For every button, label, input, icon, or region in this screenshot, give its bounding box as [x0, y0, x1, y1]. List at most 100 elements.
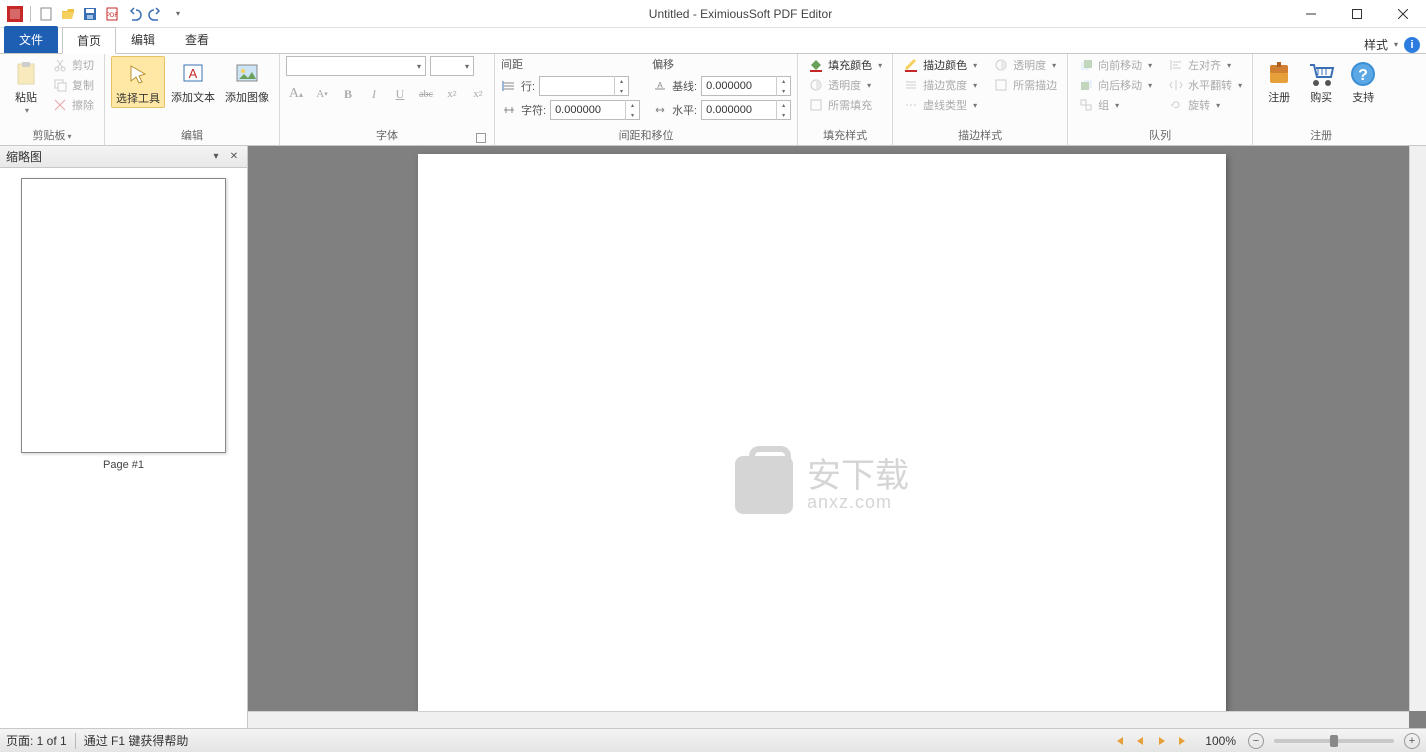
shrink-font-button[interactable]: A▾	[312, 84, 332, 104]
tab-view[interactable]: 查看	[170, 26, 224, 53]
tab-file[interactable]: 文件	[4, 26, 58, 53]
panel-header: 缩略图 ▾ ✕	[0, 146, 247, 168]
buy-button[interactable]: 购买	[1301, 56, 1341, 106]
fill-color-button[interactable]: 填充颜色▾	[804, 56, 886, 74]
minimize-button[interactable]	[1288, 0, 1334, 28]
add-image-button[interactable]: 添加图像	[221, 56, 273, 106]
svg-text:A: A	[189, 66, 198, 81]
vertical-scrollbar[interactable]	[1409, 146, 1426, 711]
register-button[interactable]: 注册	[1259, 56, 1299, 106]
subscript-button[interactable]: x2	[442, 84, 462, 104]
group-edit: 选择工具 A 添加文本 添加图像 编辑	[105, 54, 280, 145]
watermark-icon	[735, 456, 793, 514]
style-label[interactable]: 样式	[1364, 36, 1388, 53]
add-text-button[interactable]: A 添加文本	[167, 56, 219, 106]
group-register: 注册 购买 ? 支持 注册	[1253, 54, 1389, 145]
page-1[interactable]: 安下载 anxz.com	[418, 154, 1226, 728]
window-controls	[1288, 0, 1426, 28]
grow-font-button[interactable]: A▴	[286, 84, 306, 104]
group-stroke: 描边颜色▾ 描边宽度▾ 虚线类型▾ 透明度▾ 所需描边 描边样式	[893, 54, 1068, 145]
main-area: 缩略图 ▾ ✕ Page #1 安下载 anxz.com	[0, 146, 1426, 728]
clear-button[interactable]: 擦除	[48, 96, 98, 114]
tab-home[interactable]: 首页	[62, 27, 116, 54]
copy-button[interactable]: 复制	[48, 76, 98, 94]
horizontal-scrollbar[interactable]	[248, 711, 1409, 728]
dash-type-button[interactable]: 虚线类型▾	[899, 96, 981, 114]
flip-h-button[interactable]: 水平翻转▾	[1164, 76, 1246, 94]
panel-close-icon[interactable]: ✕	[227, 150, 241, 164]
font-dialog-launcher[interactable]	[476, 133, 486, 143]
zoom-slider[interactable]	[1274, 739, 1394, 743]
group-spacing: 间距 行: ▴▾ 字符: 0.000000▴▾ 偏移 A 基线: 0.00000…	[495, 54, 798, 145]
svg-text:PDF: PDF	[106, 13, 118, 19]
thumbnail-label: Page #1	[10, 459, 237, 471]
group-button[interactable]: 组▾	[1074, 96, 1156, 114]
titlebar: PDF ▾ Untitled - EximiousSoft PDF Editor	[0, 0, 1426, 28]
bring-forward-button[interactable]: 向前移动▾	[1074, 56, 1156, 74]
baseline-input[interactable]: 0.000000▴▾	[701, 76, 791, 96]
svg-text:A: A	[657, 81, 663, 90]
panel-dropdown-icon[interactable]: ▾	[209, 150, 223, 164]
thumbnail-page-1[interactable]	[21, 178, 226, 453]
app-icon[interactable]	[6, 5, 24, 23]
superscript-button[interactable]: x2	[468, 84, 488, 104]
italic-button[interactable]: I	[364, 84, 384, 104]
stroke-required-button[interactable]: 所需描边	[989, 76, 1061, 94]
stroke-color-button[interactable]: 描边颜色▾	[899, 56, 981, 74]
line-spacing-input[interactable]: ▴▾	[539, 76, 629, 96]
tab-edit[interactable]: 编辑	[116, 26, 170, 53]
document-canvas[interactable]: 安下载 anxz.com	[248, 146, 1426, 728]
font-size-combo[interactable]: ▾	[430, 56, 474, 76]
status-bar: 页面: 1 of 1 通过 F1 键获得帮助 100% − +	[0, 728, 1426, 752]
redo-icon[interactable]	[147, 5, 165, 23]
close-button[interactable]	[1380, 0, 1426, 28]
rotate-button[interactable]: 旋转▾	[1164, 96, 1246, 114]
thumbnails-panel: 缩略图 ▾ ✕ Page #1	[0, 146, 248, 728]
ribbon-tabs: 文件 首页 编辑 查看 样式 ▾ i	[0, 28, 1426, 54]
bold-button[interactable]: B	[338, 84, 358, 104]
group-clipboard: 粘贴 ▾ 剪切 复制 擦除 剪贴板▾	[0, 54, 105, 145]
thumbnails-list[interactable]: Page #1	[0, 168, 247, 728]
line-spacing-icon	[501, 78, 517, 94]
font-name-combo[interactable]: ▾	[286, 56, 426, 76]
group-font: ▾ ▾ A▴ A▾ B I U abc x2 x2 字体	[280, 54, 495, 145]
horiz-input[interactable]: 0.000000▴▾	[701, 100, 791, 120]
page-status: 页面: 1 of 1	[6, 732, 67, 749]
support-button[interactable]: ? 支持	[1343, 56, 1383, 106]
char-spacing-icon	[501, 102, 517, 118]
new-icon[interactable]	[37, 5, 55, 23]
next-page-icon[interactable]	[1153, 732, 1171, 750]
undo-icon[interactable]	[125, 5, 143, 23]
prev-page-icon[interactable]	[1131, 732, 1149, 750]
zoom-value: 100%	[1205, 734, 1236, 748]
ribbon: 粘贴 ▾ 剪切 复制 擦除 剪贴板▾ 选择工具 A 添加文本 添加图像	[0, 54, 1426, 146]
quick-access-toolbar: PDF ▾	[0, 5, 193, 23]
qat-customize-icon[interactable]: ▾	[169, 5, 187, 23]
align-left-button[interactable]: 左对齐▾	[1164, 56, 1246, 74]
svg-text:?: ?	[1358, 67, 1368, 84]
fill-opacity-button[interactable]: 透明度▾	[804, 76, 886, 94]
group-arrange: 向前移动▾ 向后移动▾ 组▾ 左对齐▾ 水平翻转▾ 旋转▾ 队列	[1068, 54, 1253, 145]
maximize-button[interactable]	[1334, 0, 1380, 28]
zoom-out-button[interactable]: −	[1248, 733, 1264, 749]
last-page-icon[interactable]	[1175, 732, 1193, 750]
open-icon[interactable]	[59, 5, 77, 23]
strike-button[interactable]: abc	[416, 84, 436, 104]
horiz-shift-icon	[652, 102, 668, 118]
window-title: Untitled - EximiousSoft PDF Editor	[193, 7, 1288, 21]
char-spacing-input[interactable]: 0.000000▴▾	[550, 100, 640, 120]
first-page-icon[interactable]	[1109, 732, 1127, 750]
zoom-in-button[interactable]: +	[1404, 733, 1420, 749]
watermark: 安下载 anxz.com	[735, 456, 909, 514]
stroke-width-button[interactable]: 描边宽度▾	[899, 76, 981, 94]
select-tool-button[interactable]: 选择工具	[111, 56, 165, 108]
export-pdf-icon[interactable]: PDF	[103, 5, 121, 23]
save-icon[interactable]	[81, 5, 99, 23]
send-backward-button[interactable]: 向后移动▾	[1074, 76, 1156, 94]
fill-required-button[interactable]: 所需填充	[804, 96, 886, 114]
cut-button[interactable]: 剪切	[48, 56, 98, 74]
stroke-opacity-button[interactable]: 透明度▾	[989, 56, 1061, 74]
paste-button[interactable]: 粘贴 ▾	[6, 56, 46, 117]
underline-button[interactable]: U	[390, 84, 410, 104]
help-icon[interactable]: i	[1404, 37, 1420, 53]
